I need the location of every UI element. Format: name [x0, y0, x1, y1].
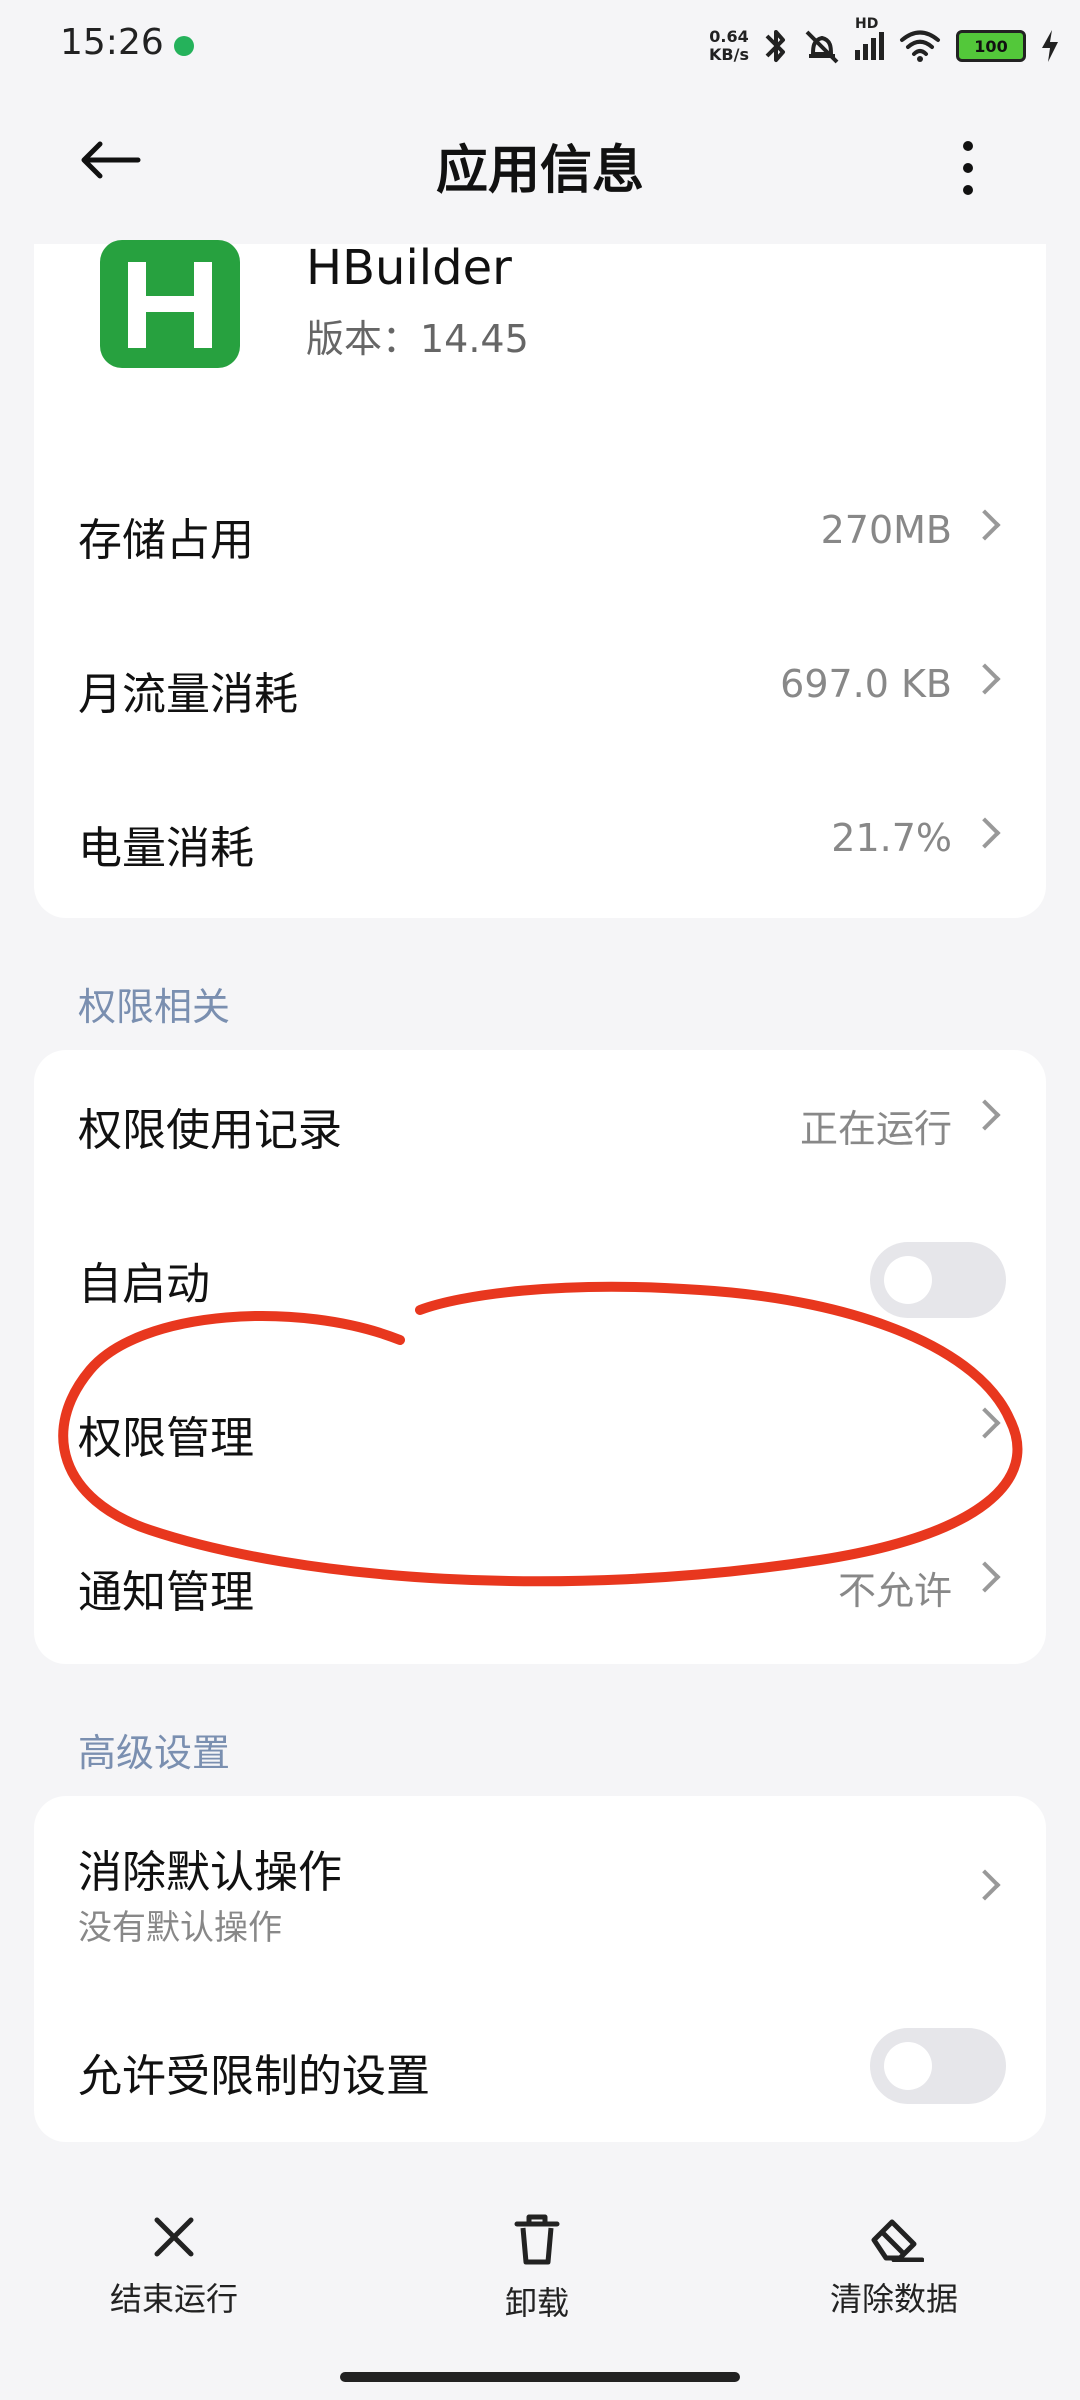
row-value: 270MB — [820, 508, 952, 552]
bluetooth-icon — [765, 30, 785, 62]
signal-icon: HD — [855, 16, 884, 60]
battery-level: 100 — [974, 36, 1008, 56]
row-label: 权限使用记录 — [78, 1105, 342, 1156]
chevron-right-icon — [969, 1099, 1001, 1131]
chevron-right-icon — [969, 1869, 1001, 1901]
section-title-permissions: 权限相关 — [78, 985, 231, 1029]
chevron-right-icon — [969, 509, 1001, 541]
row-value: 21.7% — [831, 816, 952, 860]
more-vertical-icon[interactable] — [960, 138, 976, 198]
app-name: HBuilder — [306, 240, 512, 296]
red-annotation-circle — [58, 1281, 1023, 1587]
app-icon-letter — [128, 262, 212, 348]
row-label: 电量消耗 — [78, 823, 254, 874]
status-icons: 0.64 KB/s HD 100 — [709, 16, 1060, 74]
row-subtext: 没有默认操作 — [78, 1908, 282, 1948]
net-speed-unit: KB/s — [709, 45, 749, 64]
page-title: 应用信息 — [435, 141, 644, 201]
row-label: 消除默认操作 — [78, 1847, 342, 1898]
permission-usage-row[interactable]: 权限使用记录 正在运行 — [34, 1050, 1046, 1202]
row-value: 正在运行 — [799, 1107, 952, 1151]
clear-data-button[interactable]: 清除数据 — [830, 2212, 958, 2320]
row-label: 月流量消耗 — [78, 669, 298, 720]
force-stop-button[interactable]: 结束运行 — [110, 2212, 238, 2320]
app-version: 版本：14.45 — [306, 317, 529, 361]
row-label: 允许受限制的设置 — [78, 2051, 430, 2102]
charging-icon — [1042, 30, 1058, 62]
status-time: 15:26 — [60, 22, 164, 63]
toggle-knob — [884, 2042, 932, 2090]
net-speed-value: 0.64 — [709, 27, 749, 46]
battery-icon: 100 — [956, 30, 1026, 62]
eraser-icon — [871, 2219, 924, 2262]
section-title-advanced: 高级设置 — [78, 1731, 231, 1775]
network-tag: HD — [855, 16, 879, 32]
battery-usage-row[interactable]: 电量消耗 21.7% — [34, 768, 1046, 920]
wifi-icon — [900, 30, 940, 62]
force-stop-label: 结束运行 — [110, 2280, 239, 2318]
trash-icon — [514, 2214, 560, 2265]
storage-row[interactable]: 存储占用 270MB — [34, 460, 1046, 612]
android-icon — [174, 36, 194, 56]
chevron-right-icon — [969, 663, 1001, 695]
restricted-settings-toggle[interactable] — [870, 2028, 1006, 2104]
net-speed: 0.64 KB/s — [709, 28, 749, 64]
uninstall-button[interactable]: 卸载 — [505, 2212, 569, 2324]
status-bar: 15:26 0.64 KB/s HD 100 — [0, 0, 1080, 96]
restricted-settings-row: 允许受限制的设置 — [34, 1992, 1046, 2144]
close-icon — [154, 2217, 194, 2257]
row-label: 存储占用 — [78, 515, 254, 566]
uninstall-label: 卸载 — [505, 2284, 570, 2322]
chevron-right-icon — [969, 817, 1001, 849]
row-value: 697.0 KB — [780, 662, 952, 706]
app-icon — [100, 240, 240, 368]
data-usage-row[interactable]: 月流量消耗 697.0 KB — [34, 614, 1046, 766]
silent-bell-icon — [805, 30, 839, 64]
clear-defaults-row[interactable]: 消除默认操作 没有默认操作 — [34, 1796, 1046, 1972]
home-indicator[interactable] — [340, 2372, 740, 2382]
clear-data-label: 清除数据 — [830, 2280, 959, 2318]
